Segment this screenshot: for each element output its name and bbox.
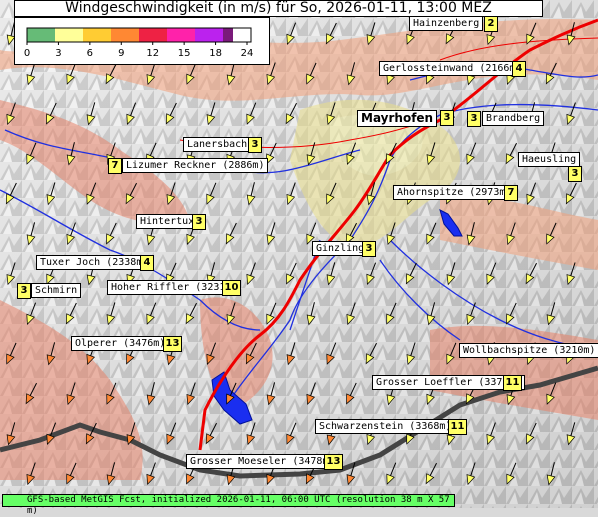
legend-tick-label: 15 <box>178 48 191 59</box>
legend-tick-label: 18 <box>209 48 222 59</box>
wind-speed-badge: 3 <box>362 241 376 257</box>
wind-speed-badge: 2 <box>484 16 498 32</box>
legend-tick-label: 12 <box>146 48 159 59</box>
place-label: Lanersbach <box>183 137 252 152</box>
legend-swatch <box>139 28 167 42</box>
place-label: Gerlossteinwand (2166m) <box>379 61 526 76</box>
wind-speed-badge: 4 <box>140 255 154 271</box>
color-scale: 0 3 6 9 12 15 18 24 <box>24 27 254 59</box>
wind-speed-badge: 11 <box>448 419 467 435</box>
wind-speed-badge: 3 <box>568 166 582 182</box>
place-label: Brandberg <box>482 111 545 126</box>
wind-speed-legend: 0 3 6 9 12 15 18 24 <box>14 17 270 65</box>
place-label: Lizumer Reckner (2886m) <box>122 158 269 173</box>
place-label: Grosser Loeffler (3376m) <box>372 375 525 390</box>
wind-speed-badge: 7 <box>108 158 122 174</box>
legend-swatch <box>195 28 223 42</box>
place-label: Olperer (3476m) <box>71 336 170 351</box>
legend-swatch <box>167 28 195 42</box>
map-title: Windgeschwindigkeit (in m/s) für So, 202… <box>14 0 543 17</box>
legend-tick-label: 3 <box>55 48 61 59</box>
legend-swatch <box>83 28 111 42</box>
wind-speed-badge: 11 <box>503 375 522 391</box>
wind-speed-badge: 4 <box>512 61 526 77</box>
wind-speed-badge: 3 <box>17 283 31 299</box>
place-label: Schwarzenstein (3368m) <box>315 419 456 434</box>
legend-swatch <box>27 28 55 42</box>
place-label: Tuxer Joch (2338m) <box>36 255 153 270</box>
place-label: Schmirn <box>31 283 82 298</box>
place-label: Grosser Moeseler (3478m) <box>186 454 339 469</box>
wind-speed-badge: 10 <box>222 280 241 296</box>
legend-tick-label: 9 <box>118 48 124 59</box>
terrain-map[interactable] <box>0 0 598 508</box>
legend-swatch <box>111 28 139 42</box>
forecast-footer: GFS-based MetGIS Fcst, initialized 2026-… <box>2 494 455 516</box>
place-label: Hainzenberg <box>409 16 484 31</box>
wind-speed-badge: 3 <box>248 137 262 153</box>
place-label: Haeusling <box>518 152 581 167</box>
legend-tick-label: 24 <box>241 48 254 59</box>
place-label: Ahornspitze (2973m) <box>393 185 516 200</box>
legend-swatch <box>223 28 233 42</box>
place-label: Wollbachspitze (3210m) <box>459 343 598 358</box>
place-label: Ginzling <box>312 241 369 256</box>
wind-speed-badge: 3 <box>440 110 454 126</box>
wind-speed-badge: 3 <box>192 214 206 230</box>
legend-swatch <box>55 28 83 42</box>
place-label: Mayrhofen <box>357 110 438 127</box>
wind-speed-badge: 13 <box>324 454 343 470</box>
wind-speed-badge: 3 <box>467 111 481 127</box>
legend-tick-label: 0 <box>24 48 30 59</box>
wind-speed-badge: 7 <box>504 185 518 201</box>
wind-speed-badge: 13 <box>163 336 182 352</box>
legend-tick-label: 6 <box>87 48 93 59</box>
place-label: Hintertux <box>136 214 199 229</box>
